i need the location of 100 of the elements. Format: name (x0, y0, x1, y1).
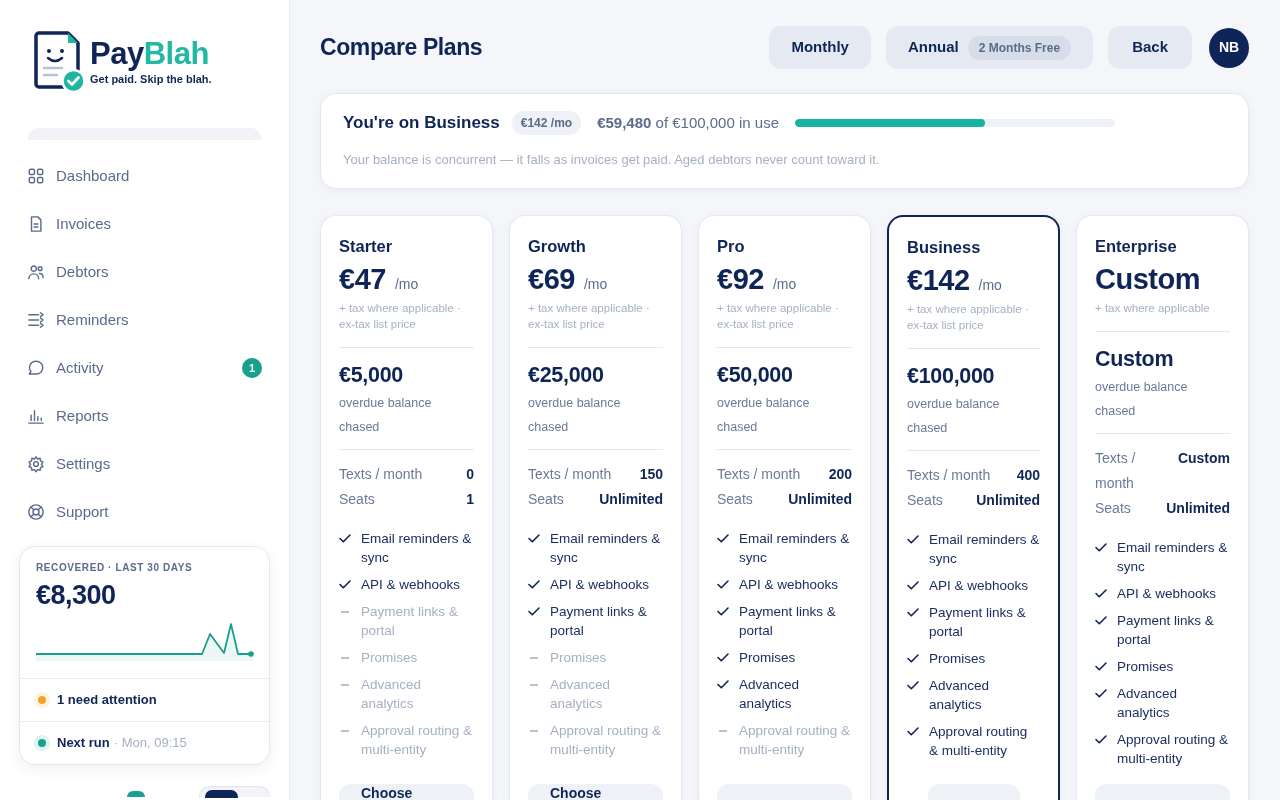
alert-detail: · Mon, 09:15 (113, 734, 187, 753)
feature-label: Promises (739, 649, 796, 667)
feature-label: Approval routing & multi-entity (361, 722, 474, 759)
price-pill: €142 /mo (511, 111, 582, 135)
balance-label: overdue balance chased (339, 395, 433, 436)
feature-label: Advanced analytics (1117, 685, 1179, 722)
tax-note: + tax where applicable · ex-tax list price (528, 301, 651, 332)
discount-badge: 2 Months Free (967, 35, 1072, 60)
feature-label: Payment links & portal (361, 603, 459, 640)
limit-value: 0 (466, 465, 474, 484)
limit-value: 200 (828, 465, 852, 484)
nav-item[interactable]: Activity 1 (0, 344, 289, 392)
limit-label: Seats (528, 490, 564, 509)
summary-label: RECOVERED · LAST 30 DAYS (36, 562, 194, 574)
gear-icon (27, 455, 45, 473)
plan-button[interactable]: Choose (339, 784, 474, 800)
price-period: /mo (394, 275, 419, 294)
limit-value: Unlimited (976, 491, 1040, 510)
plan-price: Custom (1095, 263, 1200, 295)
back-button[interactable]: Back (1108, 26, 1192, 69)
feature-label: Approval routing & multi-entity (739, 722, 852, 759)
price-period: /mo (772, 275, 797, 294)
plan-name: Enterprise (1095, 236, 1178, 256)
feature-label: Email reminders & sync (739, 530, 851, 567)
current-plan-title: You're on Business (343, 112, 500, 135)
balance-amount: €100,000 (907, 363, 996, 389)
feature-label: API & webhooks (929, 577, 1029, 595)
count-badge: 1 (242, 358, 262, 378)
tax-note: + tax where applicable · ex-tax list price (339, 301, 462, 332)
logo-wordmark: PayBlah (90, 38, 210, 70)
feature-label: Approval routing & multi-entity (550, 722, 663, 759)
alert-title: Next run (57, 734, 110, 753)
feature-label: API & webhooks (1117, 585, 1217, 603)
limit-label: Texts / month (528, 465, 612, 484)
feature-label: Payment links & portal (1117, 612, 1215, 649)
plan-button[interactable]: Choose (528, 784, 663, 800)
feature-label: Advanced analytics (929, 677, 991, 714)
limit-value: Unlimited (1166, 499, 1230, 518)
limit-label: Seats (339, 490, 375, 509)
limit-label: Texts / month (339, 465, 423, 484)
plan-price: €142 (907, 264, 970, 296)
plan-name: Starter (339, 236, 394, 256)
limit-label: Texts / month (717, 465, 801, 484)
feature-label: Promises (929, 650, 986, 668)
plan-price: €92 (717, 263, 764, 295)
feature-label: API & webhooks (550, 576, 650, 594)
limit-label: Seats (717, 490, 753, 509)
feature-label: Promises (550, 649, 607, 667)
limit-value: 400 (1016, 466, 1040, 485)
user-avatar: NB (1209, 27, 1249, 68)
limit-label: Texts / month (907, 466, 991, 485)
feature-label: Email reminders & sync (550, 530, 662, 567)
limit-label: Seats (907, 491, 943, 510)
limit-label: Texts / month (1095, 449, 1137, 493)
segmented-toggle[interactable] (199, 786, 270, 797)
plan-name: Business (907, 237, 982, 257)
feature-label: Advanced analytics (361, 676, 423, 713)
tax-note: + tax where applicable · ex-tax list price (907, 302, 1030, 333)
limit-label: Seats (1095, 499, 1131, 518)
balance-amount: Custom (1095, 346, 1175, 372)
tax-note: + tax where applicable · ex-tax list price (717, 301, 840, 332)
limit-value: 150 (639, 465, 663, 484)
users-icon (27, 263, 45, 281)
chat-bubble-icon (27, 359, 45, 377)
usage-text: €59,480 of €100,000 in use (597, 112, 779, 133)
feature-label: Promises (1117, 658, 1174, 676)
page-title: Compare Plans (320, 33, 484, 63)
balance-label: overdue balance chased (1095, 379, 1189, 420)
feature-label: Email reminders & sync (361, 530, 473, 567)
nav-item[interactable]: Reminders (0, 296, 289, 344)
balance-label: overdue balance chased (717, 395, 811, 436)
feature-label: Advanced analytics (739, 676, 801, 713)
bar-chart-icon (27, 407, 45, 425)
price-period: /mo (583, 275, 608, 294)
nav-item[interactable]: Dashboard (0, 152, 289, 200)
feature-label: API & webhooks (361, 576, 461, 594)
balance-label: overdue balance chased (528, 395, 622, 436)
logo-icon (32, 30, 86, 94)
lifebuoy-icon (27, 503, 45, 521)
list-arrows-icon (27, 311, 45, 329)
plan-name: Growth (528, 236, 587, 256)
nav-item[interactable]: Debtors (0, 248, 289, 296)
feature-label: Payment links & portal (929, 604, 1027, 641)
feature-label: Email reminders & sync (1117, 539, 1229, 576)
nav-item[interactable]: Invoices (0, 200, 289, 248)
grid-icon (27, 167, 45, 185)
billing-toggle-button[interactable]: Annual 2 Months Free (885, 26, 1094, 69)
nav-item[interactable]: Settings (0, 440, 289, 488)
nav-item[interactable]: Support (0, 488, 289, 536)
plan-name: Pro (717, 236, 746, 256)
plan-price: €69 (528, 263, 575, 295)
balance-amount: €5,000 (339, 362, 404, 388)
feature-label: Approval routing & multi-entity (929, 723, 1029, 760)
plan-price: €47 (339, 263, 386, 295)
limit-value: Custom (1177, 449, 1230, 468)
feature-label: Approval routing & multi-entity (1117, 731, 1230, 768)
balance-note: Your balance is concurrent — it falls as invoices get paid. Aged debtors never count toward it. (343, 152, 881, 168)
feature-label: API & webhooks (739, 576, 839, 594)
nav-item[interactable]: Reports (0, 392, 289, 440)
billing-toggle-button[interactable]: Monthly (769, 26, 871, 69)
